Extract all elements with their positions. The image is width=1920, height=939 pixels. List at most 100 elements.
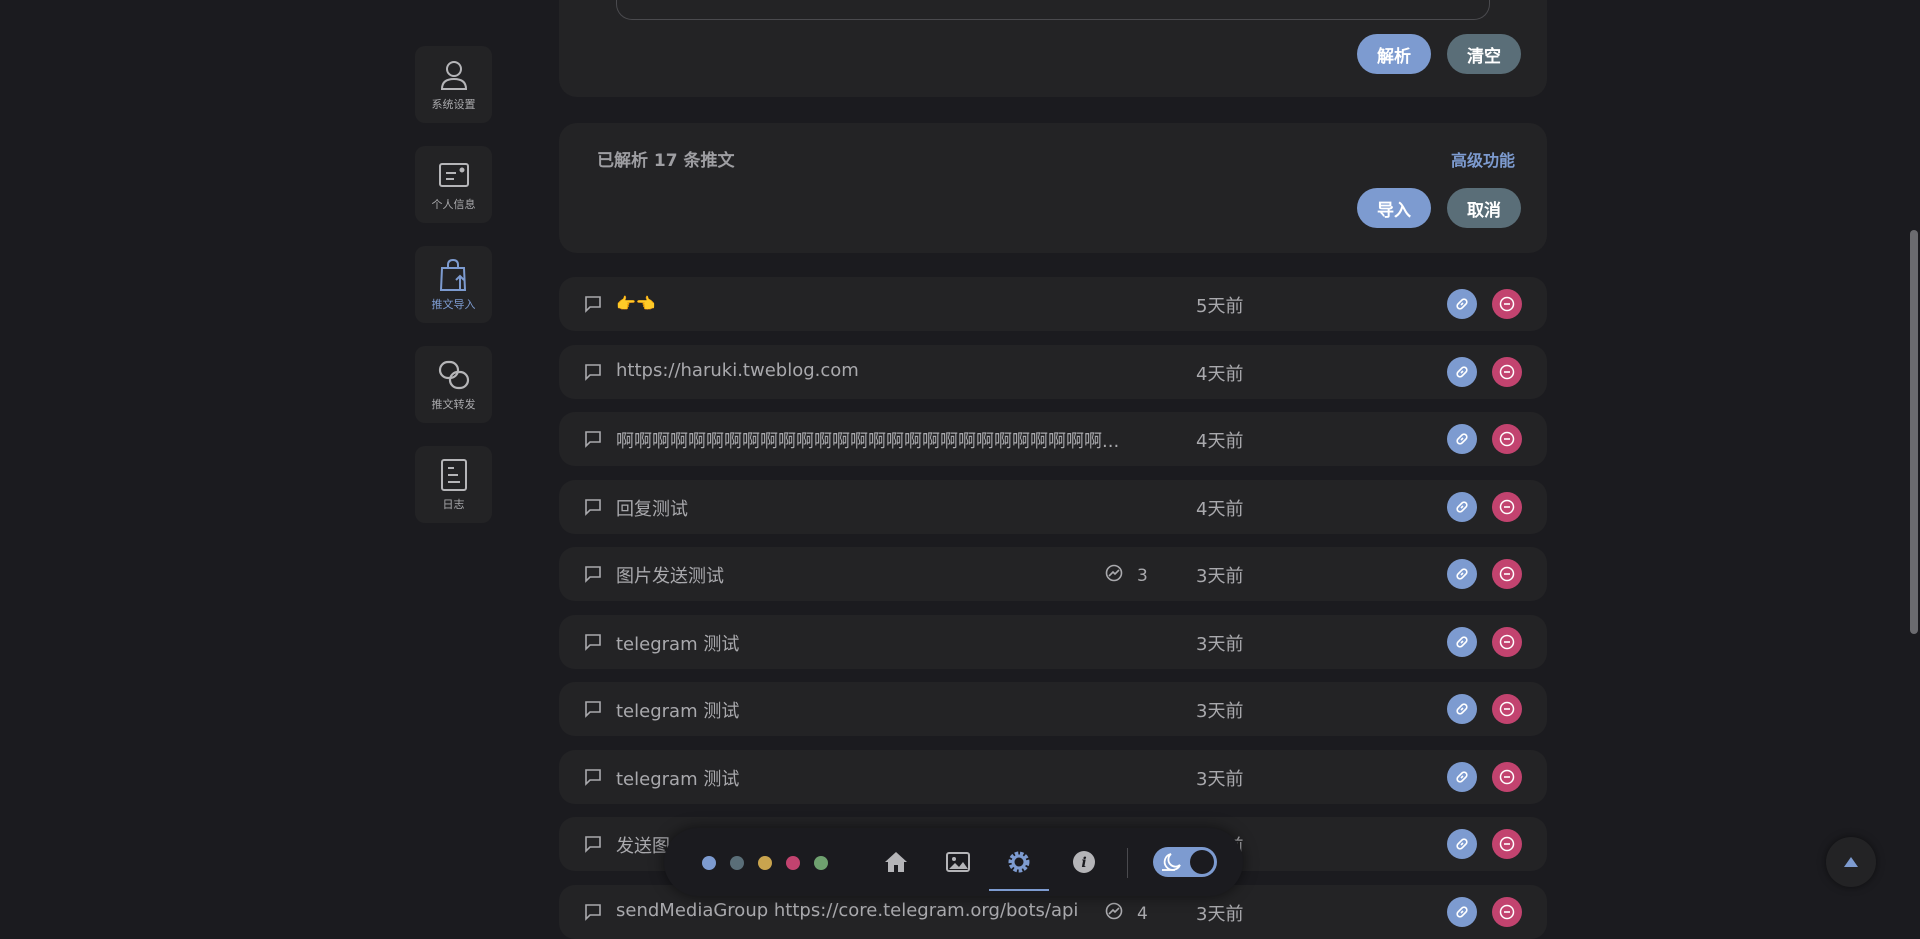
image-count-icon — [1105, 902, 1123, 925]
sidebar-item-label: 推文转发 — [431, 397, 476, 411]
sidebar: 系统设置 个人信息 推文导入 推文转发 日志 — [415, 46, 492, 546]
comment-icon — [584, 363, 602, 381]
tweet-time: 4天前 — [1196, 364, 1244, 385]
gear-icon[interactable] — [1005, 848, 1033, 876]
media-count-value: 4 — [1137, 903, 1148, 924]
theme-color-dot[interactable] — [702, 856, 716, 870]
page-scrollbar[interactable] — [1910, 230, 1918, 634]
bottom-dock: i — [664, 828, 1243, 896]
tweet-row[interactable]: 👉👈 5天前 — [559, 277, 1547, 331]
sidebar-item-tweet-forward[interactable]: 推文转发 — [415, 346, 492, 423]
media-count-value: 3 — [1137, 565, 1148, 586]
toggle-knob — [1190, 850, 1214, 874]
open-link-button[interactable] — [1447, 627, 1477, 657]
sidebar-item-personal-info[interactable]: 个人信息 — [415, 146, 492, 223]
open-link-button[interactable] — [1447, 762, 1477, 792]
open-link-button[interactable] — [1447, 897, 1477, 927]
remove-tweet-button[interactable] — [1492, 289, 1522, 319]
comment-icon — [584, 768, 602, 786]
clear-button[interactable]: 清空 — [1447, 34, 1521, 74]
tweet-row[interactable]: 图片发送测试 3 3天前 — [559, 547, 1547, 601]
remove-tweet-button[interactable] — [1492, 559, 1522, 589]
sidebar-item-tweet-import[interactable]: 推文导入 — [415, 246, 492, 323]
tweet-time: 3天前 — [1196, 904, 1244, 925]
comment-icon — [584, 498, 602, 516]
tweet-time: 3天前 — [1196, 634, 1244, 655]
sidebar-item-label: 系统设置 — [431, 97, 476, 111]
open-link-button[interactable] — [1447, 357, 1477, 387]
open-link-button[interactable] — [1447, 829, 1477, 859]
sidebar-item-label: 个人信息 — [431, 197, 476, 211]
parsed-summary-card: 已解析 17 条推文 高级功能 导入 取消 — [559, 123, 1547, 253]
comment-icon — [584, 835, 602, 853]
tweet-text: telegram 测试 — [616, 701, 740, 722]
open-link-button[interactable] — [1447, 559, 1477, 589]
tweet-text: telegram 测试 — [616, 634, 740, 655]
theme-color-dot[interactable] — [814, 856, 828, 870]
info-icon[interactable]: i — [1070, 848, 1098, 876]
theme-color-dot[interactable] — [758, 856, 772, 870]
media-count: 4 — [1105, 902, 1148, 925]
tweet-text: 发送图 — [616, 836, 670, 857]
sidebar-item-log[interactable]: 日志 — [415, 446, 492, 523]
remove-tweet-button[interactable] — [1492, 357, 1522, 387]
parse-card: 解析 清空 — [559, 0, 1547, 97]
media-count: 3 — [1105, 564, 1148, 587]
moon-icon — [1162, 853, 1181, 871]
remove-tweet-button[interactable] — [1492, 627, 1522, 657]
tweet-text: 👉👈 — [616, 294, 656, 313]
remove-tweet-button[interactable] — [1492, 762, 1522, 792]
open-link-button[interactable] — [1447, 694, 1477, 724]
image-count-icon — [1105, 564, 1123, 587]
sidebar-item-system-settings[interactable]: 系统设置 — [415, 46, 492, 123]
comment-icon — [584, 430, 602, 448]
remove-tweet-button[interactable] — [1492, 492, 1522, 522]
arrow-up-icon — [1844, 857, 1858, 867]
bag-upload-icon — [437, 258, 471, 292]
tweet-time: 3天前 — [1196, 701, 1244, 722]
tweet-row[interactable]: telegram 测试 3天前 — [559, 682, 1547, 736]
tweet-input-textarea[interactable] — [616, 0, 1490, 20]
tweet-row[interactable]: telegram 测试 3天前 — [559, 750, 1547, 804]
tweet-row[interactable]: https://haruki.tweblog.com 4天前 — [559, 345, 1547, 399]
remove-tweet-button[interactable] — [1492, 694, 1522, 724]
sidebar-item-label: 日志 — [442, 497, 465, 511]
image-icon[interactable] — [944, 848, 972, 876]
tweet-text: https://haruki.tweblog.com — [616, 360, 859, 381]
tweet-row[interactable]: 啊啊啊啊啊啊啊啊啊啊啊啊啊啊啊啊啊啊啊啊啊啊啊啊啊啊啊... 4天前 — [559, 412, 1547, 466]
svg-text:i: i — [1081, 855, 1086, 871]
open-link-button[interactable] — [1447, 424, 1477, 454]
tweet-text: sendMediaGroup https://core.telegram.org… — [616, 900, 1079, 921]
tweet-text: telegram 测试 — [616, 769, 740, 790]
tweet-time: 4天前 — [1196, 431, 1244, 452]
link-circles-icon — [437, 358, 471, 392]
tweet-time: 3天前 — [1196, 769, 1244, 790]
dark-mode-toggle[interactable] — [1153, 847, 1217, 877]
dock-divider — [1127, 848, 1128, 878]
tweet-text: 回复测试 — [616, 499, 688, 520]
tweet-time: 3天前 — [1196, 566, 1244, 587]
cancel-button[interactable]: 取消 — [1447, 188, 1521, 228]
open-link-button[interactable] — [1447, 492, 1477, 522]
open-link-button[interactable] — [1447, 289, 1477, 319]
tweet-time: 5天前 — [1196, 296, 1244, 317]
theme-color-dot[interactable] — [730, 856, 744, 870]
tweet-time: 4天前 — [1196, 499, 1244, 520]
theme-color-dot[interactable] — [786, 856, 800, 870]
tweet-row[interactable]: telegram 测试 3天前 — [559, 615, 1547, 669]
remove-tweet-button[interactable] — [1492, 424, 1522, 454]
home-icon[interactable] — [882, 848, 910, 876]
back-to-top-button[interactable] — [1826, 837, 1876, 887]
remove-tweet-button[interactable] — [1492, 829, 1522, 859]
import-button[interactable]: 导入 — [1357, 188, 1431, 228]
comment-icon — [584, 295, 602, 313]
tweet-row[interactable]: 回复测试 4天前 — [559, 480, 1547, 534]
tweet-text: 图片发送测试 — [616, 566, 724, 587]
parsed-count-title: 已解析 17 条推文 — [597, 151, 735, 171]
remove-tweet-button[interactable] — [1492, 897, 1522, 927]
tweet-text: 啊啊啊啊啊啊啊啊啊啊啊啊啊啊啊啊啊啊啊啊啊啊啊啊啊啊啊... — [616, 431, 1120, 452]
comment-icon — [584, 903, 602, 921]
parse-button[interactable]: 解析 — [1357, 34, 1431, 74]
advanced-features-link[interactable]: 高级功能 — [1451, 147, 1515, 171]
active-tab-indicator — [989, 889, 1049, 891]
